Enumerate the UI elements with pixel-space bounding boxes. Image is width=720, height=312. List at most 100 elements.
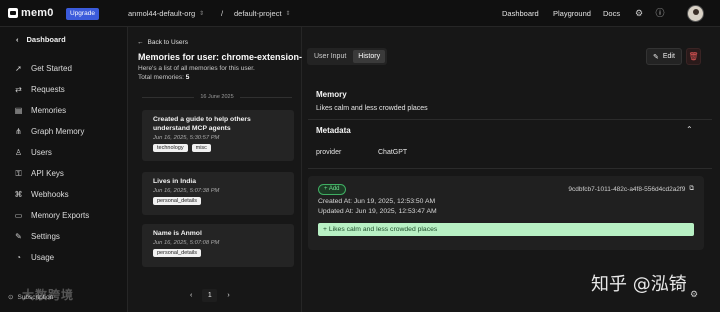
memory-card-date: Jun 16, 2025, 5:30:57 PM — [153, 135, 220, 141]
nav-playground[interactable]: Playground — [553, 9, 591, 18]
tag: personal_details — [153, 197, 202, 205]
memory-card[interactable]: Created a guide to help others understan… — [142, 110, 294, 161]
memory-card-date: Jun 16, 2025, 5:07:08 PM — [153, 240, 220, 246]
trash-icon: 🗑 — [688, 52, 699, 61]
chevron-up-icon[interactable]: ⌃ — [686, 125, 693, 134]
chevron-updown-icon: ⇕ — [199, 11, 205, 17]
sidebar-item-label: Usage — [31, 252, 55, 262]
logo-text: mem0 — [21, 7, 54, 19]
key-icon: ⚿ — [15, 168, 22, 178]
sidebar-item-label: API Keys — [31, 168, 64, 178]
gear-icon[interactable]: ⚙ — [690, 289, 698, 300]
sidebar-item-memories[interactable]: ▤ Memories — [14, 103, 66, 117]
divider — [308, 168, 712, 169]
detail-tabs: User Input History — [307, 48, 388, 65]
logo[interactable]: mem0 — [8, 7, 54, 19]
back-label: Back to Users — [147, 39, 188, 46]
sidebar-header[interactable]: ‹ Dashboard — [16, 35, 66, 44]
edit-label: Edit — [662, 53, 675, 60]
date-label: 16 June 2025 — [200, 94, 234, 100]
graph-icon: ⋔ — [15, 126, 22, 136]
pagination: ‹ 1 › — [190, 289, 230, 302]
sidebar-item-settings[interactable]: ✎ Settings — [14, 229, 60, 243]
tag: personal_details — [153, 249, 202, 257]
metadata-heading: Metadata — [316, 126, 351, 135]
sidebar-item-label: Memory Exports — [31, 210, 90, 220]
total-memories: Total memories: 5 — [138, 74, 189, 81]
user-icon: ♙ — [14, 147, 23, 157]
sidebar-item-users[interactable]: ♙ Users — [14, 145, 52, 159]
top-bar: mem0 Upgrade anmol44-default-org ⇕ / def… — [0, 0, 720, 27]
divider — [239, 96, 292, 98]
divider — [142, 96, 195, 98]
history-id-value: 9cdbfcb7-1011-482c-a4f8-556d4cd2a2f9 — [568, 185, 686, 193]
usage-icon: ◔ — [16, 252, 21, 262]
memory-card-title: Name is Anmol — [153, 230, 202, 237]
memory-card-title: Created a guide to help others understan… — [153, 116, 251, 132]
sidebar-item-label: Requests — [31, 84, 65, 94]
avatar[interactable] — [687, 5, 704, 22]
created-at: Created At: Jun 19, 2025, 12:53:50 AM — [318, 198, 436, 205]
memory-heading: Memory — [316, 90, 347, 99]
chevron-left-icon: ‹ — [16, 35, 19, 44]
tab-user-input[interactable]: User Input — [309, 50, 351, 63]
total-label: Total memories: — [138, 74, 184, 81]
sidebar-item-webhooks[interactable]: ⌘ Webhooks — [14, 187, 69, 201]
tab-history[interactable]: History — [353, 50, 386, 63]
date-separator: 16 June 2025 — [142, 93, 292, 101]
total-value: 5 — [185, 74, 190, 81]
nav-docs[interactable]: Docs — [603, 9, 620, 18]
sidebar-item-graph-memory[interactable]: ⋔ Graph Memory — [14, 124, 84, 138]
memory-card-date: Jun 16, 2025, 5:07:38 PM — [153, 188, 220, 194]
metadata-key: provider — [316, 149, 342, 156]
upgrade-button[interactable]: Upgrade — [66, 8, 99, 20]
metadata-value: ChatGPT — [378, 149, 408, 156]
sidebar-item-label: Settings — [31, 231, 60, 241]
memory-card[interactable]: Lives in India Jun 16, 2025, 5:07:38 PM … — [142, 172, 294, 215]
export-icon: ▭ — [14, 210, 23, 220]
org-selector[interactable]: anmol44-default-org ⇕ — [128, 9, 204, 18]
org-name: anmol44-default-org — [128, 9, 196, 18]
memory-card-title: Lives in India — [153, 178, 197, 185]
project-selector[interactable]: default-project ⇕ — [234, 9, 291, 18]
tag: misc — [191, 144, 211, 152]
gear-icon[interactable]: ⚙ — [634, 8, 644, 18]
request-icon: ⇄ — [15, 84, 22, 94]
page-title: Memories for user: chrome-extension-user — [138, 52, 302, 62]
tag: technology — [153, 144, 188, 152]
sidebar-heading: Dashboard — [26, 35, 66, 44]
edit-icon: ✎ — [653, 53, 659, 61]
chevron-updown-icon: ⇕ — [285, 11, 291, 17]
sidebar: ‹ Dashboard ➚ Get Started ⇄ Requests ▤ M… — [0, 27, 128, 312]
prev-page-button[interactable]: ‹ — [190, 292, 192, 299]
delete-button[interactable]: 🗑 — [686, 48, 701, 65]
copy-icon[interactable]: ⧉ — [689, 185, 694, 193]
sidebar-item-get-started[interactable]: ➚ Get Started — [14, 61, 72, 75]
memory-card[interactable]: Name is Anmol Jun 16, 2025, 5:07:08 PM p… — [142, 224, 294, 267]
info-icon[interactable]: ⓘ — [655, 8, 665, 18]
sidebar-item-label: Memories — [31, 105, 67, 115]
nav-dashboard[interactable]: Dashboard — [502, 9, 539, 18]
back-link[interactable]: ← Back to Users — [137, 39, 188, 46]
edit-button[interactable]: ✎ Edit — [646, 48, 682, 65]
page-number[interactable]: 1 — [202, 289, 218, 302]
mem0-logo-icon — [8, 8, 18, 18]
sidebar-item-usage[interactable]: ◔ Usage — [14, 250, 54, 264]
sidebar-item-label: Graph Memory — [31, 126, 85, 136]
sidebar-item-label: Get Started — [31, 63, 72, 73]
sidebar-item-memory-exports[interactable]: ▭ Memory Exports — [14, 208, 90, 222]
memories-icon: ▤ — [14, 105, 23, 115]
watermark-left: 大数跨境 — [22, 288, 75, 302]
breadcrumb-separator: / — [221, 9, 224, 18]
arrow-left-icon: ← — [137, 39, 144, 46]
sidebar-item-requests[interactable]: ⇄ Requests — [14, 82, 65, 96]
rocket-icon: ➚ — [15, 63, 22, 73]
next-page-button[interactable]: › — [227, 292, 229, 299]
sidebar-item-label: Webhooks — [31, 189, 69, 199]
project-name: default-project — [234, 9, 282, 18]
page-description: Here's a list of all memories for this u… — [138, 65, 255, 72]
updated-at: Updated At: Jun 19, 2025, 12:53:47 AM — [318, 208, 437, 215]
sidebar-item-api-keys[interactable]: ⚿ API Keys — [14, 166, 64, 180]
memory-text: Likes calm and less crowded places — [316, 105, 428, 112]
history-id: 9cdbfcb7-1011-482c-a4f8-556d4cd2a2f9 ⧉ — [568, 185, 694, 193]
